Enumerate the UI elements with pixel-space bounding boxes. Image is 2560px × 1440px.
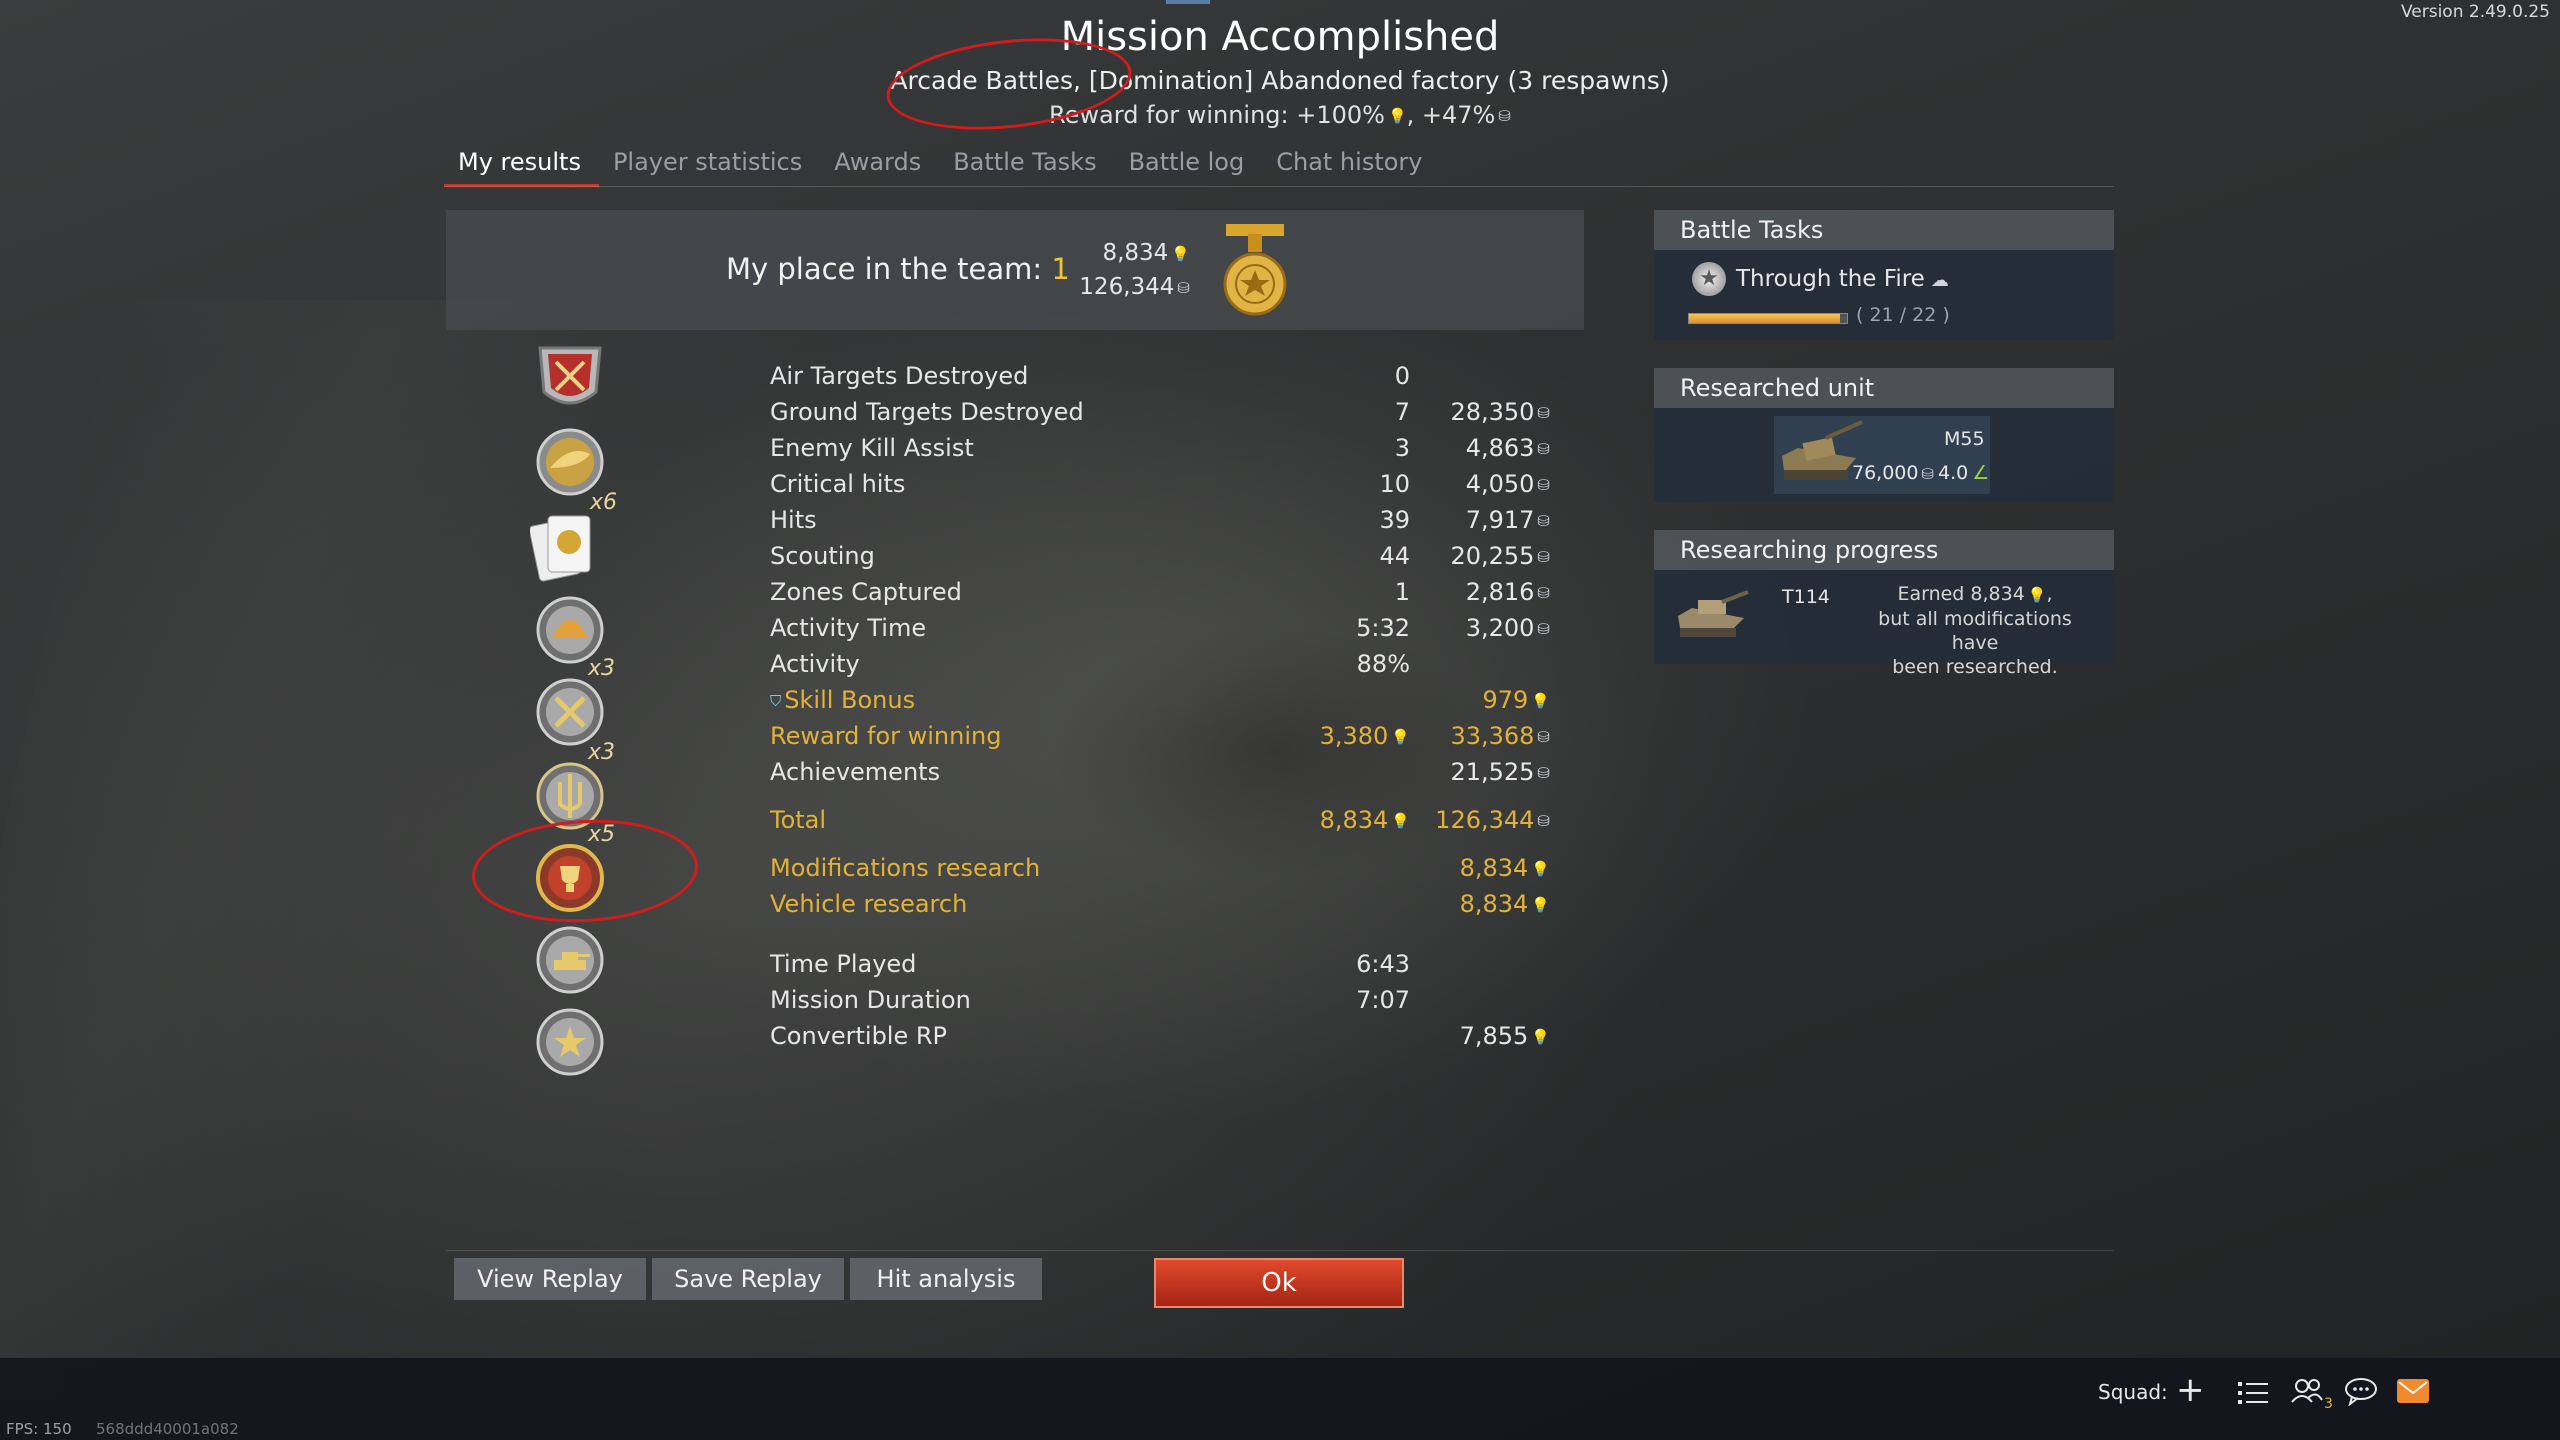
rp-icon: 💡 — [1391, 812, 1410, 830]
rp-icon: 💡 — [1531, 860, 1550, 878]
tab-battle-log[interactable]: Battle log — [1115, 140, 1263, 184]
battle-task-progress-fill — [1689, 314, 1840, 323]
result-row-vehicle-research: Vehicle research 8,834 💡 — [770, 890, 1550, 918]
battle-task-progress-bar — [1688, 313, 1848, 324]
tab-battle-tasks[interactable]: Battle Tasks — [939, 140, 1114, 184]
results-tabs: My results Player statistics Awards Batt… — [444, 140, 1440, 187]
gold-wings-award-icon[interactable] — [530, 424, 610, 500]
tab-player-statistics[interactable]: Player statistics — [599, 140, 820, 184]
rp-icon: 💡 — [2027, 585, 2047, 604]
crossed-swords-award-icon[interactable] — [530, 674, 610, 750]
researched-unit-br: 4.0 ∠ — [1938, 462, 1990, 484]
silver-lions-icon: ⛁ — [1537, 584, 1550, 602]
result-row-total: Total 8,834 💡 126,344 ⛁ — [770, 806, 1550, 834]
silver-lions-icon: ⛁ — [1537, 548, 1550, 566]
battle-tasks-header: Battle Tasks — [1654, 210, 2114, 250]
silver-lions-icon: ⛁ — [1921, 464, 1935, 483]
fps-counter: FPS: 150 — [6, 1420, 72, 1438]
tab-my-results[interactable]: My results — [444, 140, 599, 187]
silver-lions-icon: ⛁ — [1537, 728, 1550, 746]
result-row-reward-for-winning: Reward for winning 3,380 💡 33,368 ⛁ — [770, 722, 1550, 750]
tab-awards[interactable]: Awards — [820, 140, 939, 184]
researching-progress-header: Researching progress — [1654, 530, 2114, 570]
result-row-kill-assist: Enemy Kill Assist 3 4,863 ⛁ — [770, 434, 1550, 462]
reward-line: Reward for winning: +100% 💡, +47% ⛁ — [0, 101, 2560, 129]
result-row-hits: Hits 39 7,917 ⛁ — [770, 506, 1550, 534]
squad-label: Squad: — [2098, 1380, 2168, 1404]
battle-tasks-body[interactable] — [1654, 250, 2114, 340]
tabs-divider — [444, 186, 2114, 187]
silver-lions-icon: ⛁ — [1537, 620, 1550, 638]
gold-medal-icon — [1223, 224, 1287, 316]
result-row-convertible-rp: Convertible RP 7,855 💡 — [770, 1022, 1550, 1050]
reward-sep: , +47% — [1406, 101, 1496, 129]
rp-icon: 💡 — [1531, 692, 1550, 710]
star-icon: ★ — [1692, 262, 1726, 296]
result-row-scouting: Scouting 44 20,255 ⛁ — [770, 542, 1550, 570]
mission-subtitle: Arcade Battles, [Domination] Abandoned f… — [890, 66, 1670, 95]
br-angle-icon: ∠ — [1972, 462, 1990, 484]
view-replay-button[interactable]: View Replay — [454, 1258, 646, 1300]
session-hash: 568ddd40001a082 — [96, 1420, 239, 1438]
silver-lions-icon: ⛁ — [1537, 812, 1550, 830]
researching-vehicle-name: T114 — [1782, 586, 1830, 608]
annotation-circle-award — [469, 814, 701, 928]
place-rp: 8,834 💡 — [1102, 240, 1190, 266]
battle-task-progress-text: ( 21 / 22 ) — [1856, 304, 1950, 326]
result-row-skill-bonus: ⛉ Skill Bonus 979 💡 — [770, 686, 1550, 714]
buttons-divider — [446, 1250, 2114, 1251]
silver-lions-icon: ⛁ — [1537, 764, 1550, 782]
result-row-ground-targets: Ground Targets Destroyed 7 28,350 ⛁ — [770, 398, 1550, 426]
silver-lions-icon: ⛁ — [1537, 476, 1550, 494]
rp-icon: 💡 — [1171, 244, 1190, 263]
result-row-time-played: Time Played 6:43 — [770, 950, 1410, 978]
contacts-count-badge: 3 — [2324, 1396, 2333, 1412]
result-row-air-targets: Air Targets Destroyed 0 — [770, 362, 1410, 390]
convertible-rp-icon: 💡 — [1531, 1028, 1550, 1046]
ok-button[interactable]: Ok — [1154, 1258, 1404, 1308]
top-tab-marker — [1166, 0, 1210, 4]
rp-icon: 💡 — [1387, 107, 1407, 125]
team-place-label: My place in the team: 1 — [726, 252, 1070, 286]
list-icon[interactable] — [2238, 1380, 2268, 1406]
silver-lions-icon: ⛁ — [1537, 440, 1550, 458]
researched-unit-header: Researched unit — [1654, 368, 2114, 408]
result-row-critical-hits: Critical hits 10 4,050 ⛁ — [770, 470, 1550, 498]
contacts-icon[interactable] — [2290, 1376, 2324, 1406]
cloud-icon: ☁ — [1930, 270, 1949, 291]
researched-unit-name: M55 — [1944, 428, 1985, 450]
shield-swords-award-icon[interactable] — [530, 342, 610, 418]
award-count-badge: x6 — [590, 490, 618, 515]
result-row-modifications-research: Modifications research 8,834 💡 — [770, 854, 1550, 882]
rp-icon: 💡 — [1391, 728, 1410, 746]
rp-icon: 💡 — [1531, 896, 1550, 914]
result-row-achievements: Achievements 21,525 ⛁ — [770, 758, 1550, 786]
researched-unit-cost: 76,000 ⛁ — [1852, 462, 1935, 484]
star-award-icon[interactable] — [530, 1004, 610, 1080]
tab-chat-history[interactable]: Chat history — [1262, 140, 1440, 184]
researching-progress-message: Earned 8,834 💡, but all modifications hav… — [1878, 583, 2072, 678]
result-row-mission-duration: Mission Duration 7:07 — [770, 986, 1410, 1014]
playing-cards-award-icon[interactable] — [530, 504, 610, 584]
result-row-activity-time: Activity Time 5:32 3,200 ⛁ — [770, 614, 1550, 642]
hit-analysis-button[interactable]: Hit analysis — [850, 1258, 1042, 1300]
silver-lions-icon: ⛁ — [1177, 278, 1190, 297]
tank-t114-icon — [1678, 590, 1749, 637]
skill-bonus-icon: ⛉ — [770, 692, 782, 710]
place-sl: 126,344 ⛁ — [1079, 274, 1190, 300]
save-replay-button[interactable]: Save Replay — [652, 1258, 844, 1300]
result-row-zones-captured: Zones Captured 1 2,816 ⛁ — [770, 578, 1550, 606]
silver-lions-icon: ⛁ — [1537, 404, 1550, 422]
add-squad-icon[interactable]: + — [2176, 1370, 2205, 1410]
silver-lions-icon: ⛁ — [1498, 107, 1511, 125]
page-title: Mission Accomplished — [1060, 14, 1500, 60]
result-row-activity: Activity 88% — [770, 650, 1410, 678]
mail-icon[interactable] — [2396, 1378, 2430, 1404]
tank-award-icon[interactable] — [530, 922, 610, 998]
chat-icon[interactable] — [2344, 1376, 2378, 1406]
silver-lions-icon: ⛁ — [1537, 512, 1550, 530]
battle-task-name[interactable]: Through the Fire ☁ — [1736, 266, 1949, 292]
